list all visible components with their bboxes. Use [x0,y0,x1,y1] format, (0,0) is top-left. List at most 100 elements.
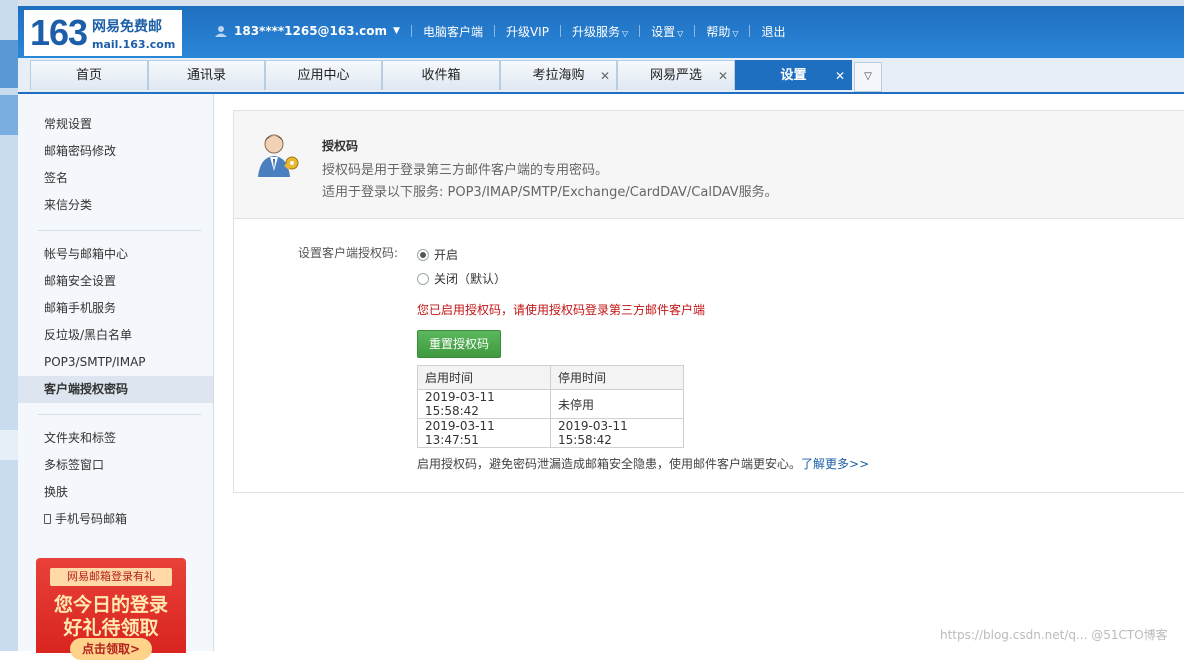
table-row: 2019-03-11 13:47:51 2019-03-11 15:58:42 [417,418,684,448]
settings-sidebar: 常规设置 邮箱密码修改 签名 来信分类 帐号与邮箱中心 邮箱安全设置 邮箱手机服… [18,94,214,660]
panel-title: 授权码 [322,139,359,153]
tab-label: 网易严选 [649,68,702,83]
divider [38,414,201,415]
divider [559,25,561,37]
option-enable[interactable]: 开启 [417,246,458,263]
user-key-icon [258,134,299,177]
chevron-down-icon: ▽ [864,71,872,82]
settings-menu[interactable]: 设置 ▽ [651,23,683,40]
window-edge [0,0,19,651]
header: 163 网易免费邮 mail.163.com 183****1265@163.c… [18,6,1184,58]
panel-header: 授权码 授权码是用于登录第三方邮件客户端的专用密码。 适用于登录以下服务: PO… [234,111,1184,219]
tab-contacts[interactable]: 通讯录 [148,60,265,90]
close-icon[interactable]: ✕ [835,61,845,91]
desktop-client-link[interactable]: 电脑客户端 [423,23,483,40]
upgrade-service-menu[interactable]: 升级服务 ▽ [572,23,628,40]
help-label: 帮助 [706,24,731,39]
divider [493,25,495,37]
tab-label: 首页 [75,68,102,83]
sidebar-item-account-center[interactable]: 帐号与邮箱中心 [18,241,213,268]
sidebar-item-general[interactable]: 常规设置 [18,111,213,138]
tab-app-center[interactable]: 应用中心 [265,60,382,90]
panel-services: 适用于登录以下服务: POP3/IMAP/SMTP/Exchange/CardD… [322,185,778,200]
window-edge-highlight [0,95,18,135]
sidebar-item-client-auth[interactable]: 客户端授权密码 [18,376,213,403]
panel-description: 授权码是用于登录第三方邮件客户端的专用密码。 [322,163,609,178]
window-edge-highlight [0,40,18,88]
sidebar-item-security[interactable]: 邮箱安全设置 [18,268,213,295]
help-menu[interactable]: 帮助 ▽ [706,23,738,40]
auth-history-table: 启用时间 停用时间 2019-03-11 15:58:42 未停用 2019-0… [417,365,684,448]
close-icon[interactable]: ✕ [718,61,728,91]
tab-kaola[interactable]: 考拉海购 ✕ [500,60,617,90]
logo-name: 网易免费邮 [92,19,162,35]
divider [749,25,751,37]
account-name[interactable]: 183****1265@163.com [234,24,387,38]
tab-bar: 首页 通讯录 应用中心 收件箱 考拉海购 ✕ 网易严选 ✕ 设置 ✕ ▽ [18,58,1184,94]
tab-label: 通讯录 [186,68,226,83]
footer-note: 启用授权码，避免密码泄漏造成邮箱安全隐患，使用邮件客户端更安心。了解更多>> [417,455,869,472]
chevron-down-icon: ▽ [677,28,684,38]
promo-claim-button[interactable]: 点击领取> [70,638,152,660]
sidebar-item-filters[interactable]: 来信分类 [18,192,213,219]
footer-text: 启用授权码，避免密码泄漏造成邮箱安全隐患，使用邮件客户端更安心。 [417,457,802,471]
sidebar-item-label: 手机号码邮箱 [55,512,128,526]
user-icon [215,26,227,37]
window-edge-highlight [0,430,18,460]
reset-auth-code-button[interactable]: 重置授权码 [417,330,501,358]
sidebar-item-folders[interactable]: 文件夹和标签 [18,425,213,452]
option-disable-label: 关闭（默认） [434,272,507,286]
radio-disable[interactable] [417,272,429,285]
watermark: https://blog.csdn.net/q... @51CTO博客 [940,628,1168,642]
table-cell: 2019-03-11 13:47:51 [417,418,551,448]
logo[interactable]: 163 网易免费邮 mail.163.com [24,10,182,56]
sidebar-group-general: 常规设置 邮箱密码修改 签名 来信分类 [18,111,213,219]
chevron-down-icon[interactable]: ▼ [393,26,400,36]
tab-overflow-button[interactable]: ▽ [854,62,882,92]
table-cell: 2019-03-11 15:58:42 [550,418,684,448]
sidebar-item-skin[interactable]: 换肤 [18,479,213,506]
table-header-row: 启用时间 停用时间 [417,365,684,390]
tab-label: 设置 [780,68,807,83]
sidebar-group-account: 帐号与邮箱中心 邮箱安全设置 邮箱手机服务 反垃圾/黑白名单 POP3/SMTP… [18,241,213,403]
column-header: 启用时间 [417,365,551,390]
promo-ribbon: 网易邮箱登录有礼 [50,568,172,586]
divider [410,25,412,37]
sidebar-item-signature[interactable]: 签名 [18,165,213,192]
sidebar-item-spam[interactable]: 反垃圾/黑白名单 [18,322,213,349]
upgrade-service-label: 升级服务 [571,24,620,39]
logout-link[interactable]: 退出 [761,23,785,40]
sidebar-item-multi-tab[interactable]: 多标签窗口 [18,452,213,479]
divider [694,25,696,37]
option-disable[interactable]: 关闭（默认） [417,270,506,287]
auth-code-panel: 授权码 授权码是用于登录第三方邮件客户端的专用密码。 适用于登录以下服务: PO… [233,110,1184,493]
tab-yanxuan[interactable]: 网易严选 ✕ [617,60,735,90]
promo-banner[interactable]: 网易邮箱登录有礼 您今日的登录 好礼待领取 点击领取> [36,558,186,660]
sidebar-item-password[interactable]: 邮箱密码修改 [18,138,213,165]
table-cell: 2019-03-11 15:58:42 [417,389,551,419]
sidebar-item-phone-mailbox[interactable]: 手机号码邮箱 [18,506,213,533]
upgrade-vip-link[interactable]: 升级VIP [506,23,549,40]
divider [639,25,641,37]
divider [38,230,201,231]
learn-more-link[interactable]: 了解更多>> [801,457,869,471]
phone-icon [44,514,51,524]
tab-home[interactable]: 首页 [30,60,148,90]
promo-subheadline: 好礼待领取 [63,617,159,639]
status-notice: 您已启用授权码，请使用授权码登录第三方邮件客户端 [417,303,706,317]
tab-settings[interactable]: 设置 ✕ [735,60,852,90]
column-header: 停用时间 [550,365,684,390]
settings-label: 设置 [651,24,676,39]
logo-domain: mail.163.com [92,38,176,51]
tab-label: 收件箱 [421,68,461,83]
tab-label: 考拉海购 [532,68,585,83]
sidebar-item-pop3[interactable]: POP3/SMTP/IMAP [18,349,213,376]
radio-enable[interactable] [417,248,429,261]
tab-inbox[interactable]: 收件箱 [382,60,500,90]
sidebar-group-misc: 文件夹和标签 多标签窗口 换肤 手机号码邮箱 [18,425,213,533]
close-icon[interactable]: ✕ [600,61,610,91]
sidebar-item-mobile-service[interactable]: 邮箱手机服务 [18,295,213,322]
top-nav: 183****1265@163.com ▼ 电脑客户端 升级VIP 升级服务 ▽ … [214,21,786,41]
logo-number: 163 [30,12,88,53]
table-row: 2019-03-11 15:58:42 未停用 [417,389,684,419]
